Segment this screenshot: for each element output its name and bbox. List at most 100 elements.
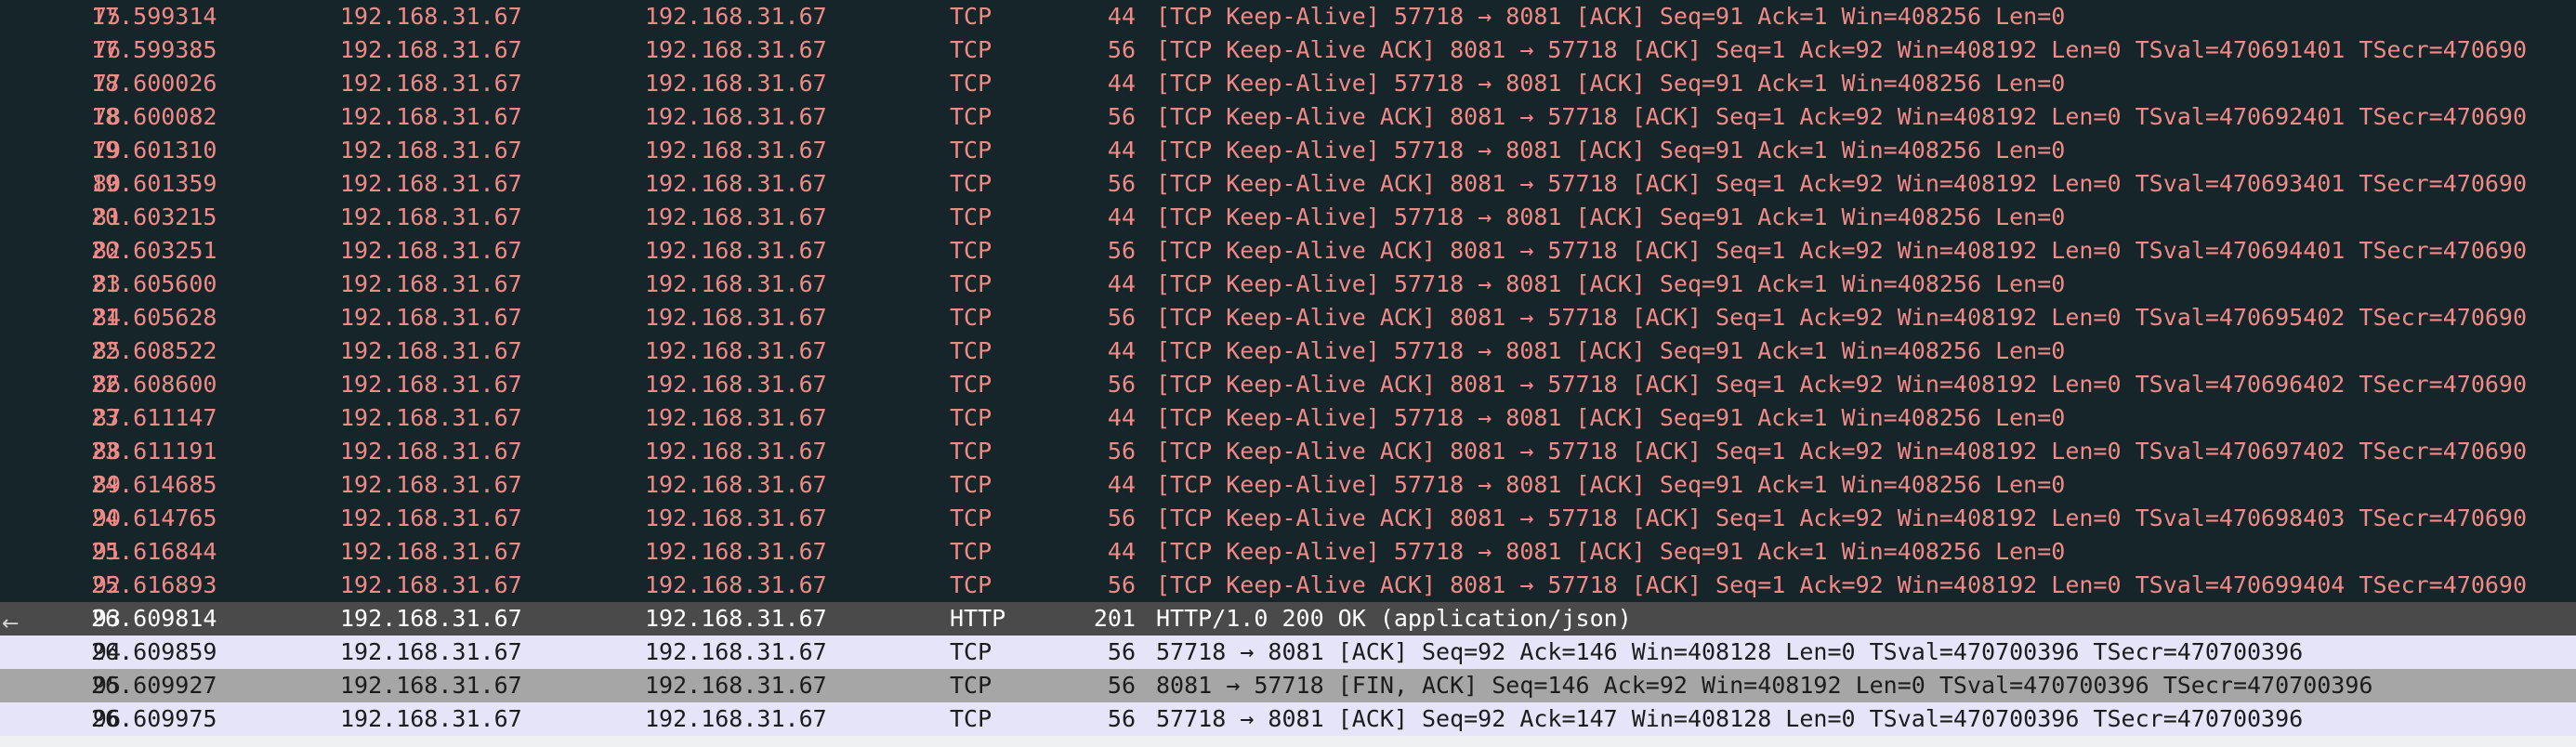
packet-destination: 192.168.31.67 — [645, 404, 827, 431]
packet-protocol: TCP — [950, 203, 992, 230]
packet-row[interactable]: 79 19.601310 192.168.31.67 192.168.31.67… — [0, 134, 2576, 167]
packet-source: 192.168.31.67 — [340, 103, 522, 130]
packet-row[interactable]: 77 18.600026 192.168.31.67 192.168.31.67… — [0, 67, 2576, 100]
packet-length: 56 — [1107, 36, 1136, 63]
packet-row[interactable]: 80 19.601359 192.168.31.67 192.168.31.67… — [0, 167, 2576, 201]
packet-destination: 192.168.31.67 — [645, 705, 827, 732]
packet-length: 201 — [1093, 605, 1136, 632]
packet-info: [TCP Keep-Alive ACK] 8081 → 57718 [ACK] … — [1156, 170, 2528, 197]
packet-destination: 192.168.31.67 — [645, 36, 827, 63]
bottom-divider — [0, 736, 2576, 747]
packet-row[interactable]: 88 23.611191 192.168.31.67 192.168.31.67… — [0, 435, 2576, 468]
packet-time: 19.601310 — [91, 137, 217, 164]
packet-time: 21.605600 — [91, 270, 217, 297]
packet-info: [TCP Keep-Alive] 57718 → 8081 [ACK] Seq=… — [1156, 137, 2066, 164]
packet-source: 192.168.31.67 — [340, 337, 522, 364]
packet-info: 57718 → 8081 [ACK] Seq=92 Ack=147 Win=40… — [1156, 705, 2304, 732]
packet-row[interactable]: 85 22.608522 192.168.31.67 192.168.31.67… — [0, 334, 2576, 368]
packet-destination: 192.168.31.67 — [645, 638, 827, 665]
packet-source: 192.168.31.67 — [340, 538, 522, 565]
packet-source: 192.168.31.67 — [340, 203, 522, 230]
packet-protocol: TCP — [950, 270, 992, 297]
packet-info: 8081 → 57718 [FIN, ACK] Seq=146 Ack=92 W… — [1156, 672, 2373, 699]
packet-row[interactable]: 82 20.603251 192.168.31.67 192.168.31.67… — [0, 234, 2576, 268]
packet-destination: 192.168.31.67 — [645, 270, 827, 297]
packet-row[interactable]: 83 21.605600 192.168.31.67 192.168.31.67… — [0, 268, 2576, 301]
packet-row[interactable]: 86 22.608600 192.168.31.67 192.168.31.67… — [0, 368, 2576, 401]
packet-protocol: TCP — [950, 438, 992, 465]
packet-row[interactable]: 78 18.600082 192.168.31.67 192.168.31.67… — [0, 100, 2576, 134]
packet-info: [TCP Keep-Alive] 57718 → 8081 [ACK] Seq=… — [1156, 203, 2066, 230]
packet-destination: 192.168.31.67 — [645, 605, 827, 632]
packet-info: [TCP Keep-Alive] 57718 → 8081 [ACK] Seq=… — [1156, 270, 2066, 297]
packet-info: [TCP Keep-Alive ACK] 8081 → 57718 [ACK] … — [1156, 371, 2528, 398]
packet-protocol: TCP — [950, 36, 992, 63]
packet-length: 44 — [1107, 137, 1136, 164]
packet-info: HTTP/1.0 200 OK (application/json) — [1156, 605, 1632, 632]
packet-info: 57718 → 8081 [ACK] Seq=92 Ack=146 Win=40… — [1156, 638, 2304, 665]
packet-row[interactable]: 90 24.614765 192.168.31.67 192.168.31.67… — [0, 502, 2576, 535]
packet-source: 192.168.31.67 — [340, 638, 522, 665]
packet-row[interactable]: 96 26.609975 192.168.31.67 192.168.31.67… — [0, 702, 2576, 736]
packet-time: 26.609814 — [91, 605, 217, 632]
packet-length: 44 — [1107, 404, 1136, 431]
packet-time: 26.609859 — [91, 638, 217, 665]
packet-protocol: TCP — [950, 404, 992, 431]
packet-length: 56 — [1107, 304, 1136, 331]
packet-length: 56 — [1107, 672, 1136, 699]
packet-protocol: TCP — [950, 571, 992, 598]
packet-source: 192.168.31.67 — [340, 237, 522, 264]
packet-row[interactable]: 91 25.616844 192.168.31.67 192.168.31.67… — [0, 535, 2576, 569]
packet-row[interactable]: 87 23.611147 192.168.31.67 192.168.31.67… — [0, 401, 2576, 435]
packet-destination: 192.168.31.67 — [645, 471, 827, 498]
packet-protocol: TCP — [950, 137, 992, 164]
packet-time: 26.609927 — [91, 672, 217, 699]
packet-time: 22.608522 — [91, 337, 217, 364]
packet-source: 192.168.31.67 — [340, 170, 522, 197]
packet-list[interactable]: 75 17.599314 192.168.31.67 192.168.31.67… — [0, 0, 2576, 747]
packet-source: 192.168.31.67 — [340, 705, 522, 732]
packet-row[interactable]: 75 17.599314 192.168.31.67 192.168.31.67… — [0, 0, 2576, 33]
packet-destination: 192.168.31.67 — [645, 438, 827, 465]
packet-destination: 192.168.31.67 — [645, 571, 827, 598]
packet-destination: 192.168.31.67 — [645, 337, 827, 364]
packet-length: 44 — [1107, 270, 1136, 297]
packet-length: 56 — [1107, 371, 1136, 398]
packet-info: [TCP Keep-Alive ACK] 8081 → 57718 [ACK] … — [1156, 36, 2528, 63]
packet-destination: 192.168.31.67 — [645, 237, 827, 264]
packet-source: 192.168.31.67 — [340, 304, 522, 331]
packet-time: 21.605628 — [91, 304, 217, 331]
packet-time: 25.616893 — [91, 571, 217, 598]
packet-row[interactable]: 95 26.609927 192.168.31.67 192.168.31.67… — [0, 669, 2576, 702]
packet-row[interactable]: 81 20.603215 192.168.31.67 192.168.31.67… — [0, 201, 2576, 234]
packet-info: [TCP Keep-Alive ACK] 8081 → 57718 [ACK] … — [1156, 304, 2528, 331]
packet-source: 192.168.31.67 — [340, 471, 522, 498]
packet-length: 44 — [1107, 70, 1136, 97]
packet-time: 24.614685 — [91, 471, 217, 498]
packet-row[interactable]: 94 26.609859 192.168.31.67 192.168.31.67… — [0, 636, 2576, 669]
packet-protocol: TCP — [950, 538, 992, 565]
packet-info: [TCP Keep-Alive] 57718 → 8081 [ACK] Seq=… — [1156, 538, 2066, 565]
response-arrow-icon: ← — [2, 612, 20, 636]
packet-time: 23.611191 — [91, 438, 217, 465]
packet-info: [TCP Keep-Alive] 57718 → 8081 [ACK] Seq=… — [1156, 337, 2066, 364]
packet-time: 20.603251 — [91, 237, 217, 264]
packet-destination: 192.168.31.67 — [645, 70, 827, 97]
packet-row[interactable]: 89 24.614685 192.168.31.67 192.168.31.67… — [0, 468, 2576, 502]
packet-time: 26.609975 — [91, 705, 217, 732]
packet-row[interactable]: 93 26.609814 192.168.31.67 192.168.31.67… — [0, 602, 2576, 636]
packet-destination: 192.168.31.67 — [645, 137, 827, 164]
packet-source: 192.168.31.67 — [340, 571, 522, 598]
packet-row[interactable]: 84 21.605628 192.168.31.67 192.168.31.67… — [0, 301, 2576, 334]
packet-length: 44 — [1107, 337, 1136, 364]
packet-length: 56 — [1107, 103, 1136, 130]
packet-info: [TCP Keep-Alive ACK] 8081 → 57718 [ACK] … — [1156, 438, 2528, 465]
packet-row[interactable]: 92 25.616893 192.168.31.67 192.168.31.67… — [0, 569, 2576, 602]
packet-length: 56 — [1107, 170, 1136, 197]
packet-protocol: TCP — [950, 103, 992, 130]
packet-time: 18.600026 — [91, 70, 217, 97]
packet-time: 23.611147 — [91, 404, 217, 431]
packet-row[interactable]: 76 17.599385 192.168.31.67 192.168.31.67… — [0, 33, 2576, 67]
packet-length: 44 — [1107, 471, 1136, 498]
packet-time: 20.603215 — [91, 203, 217, 230]
